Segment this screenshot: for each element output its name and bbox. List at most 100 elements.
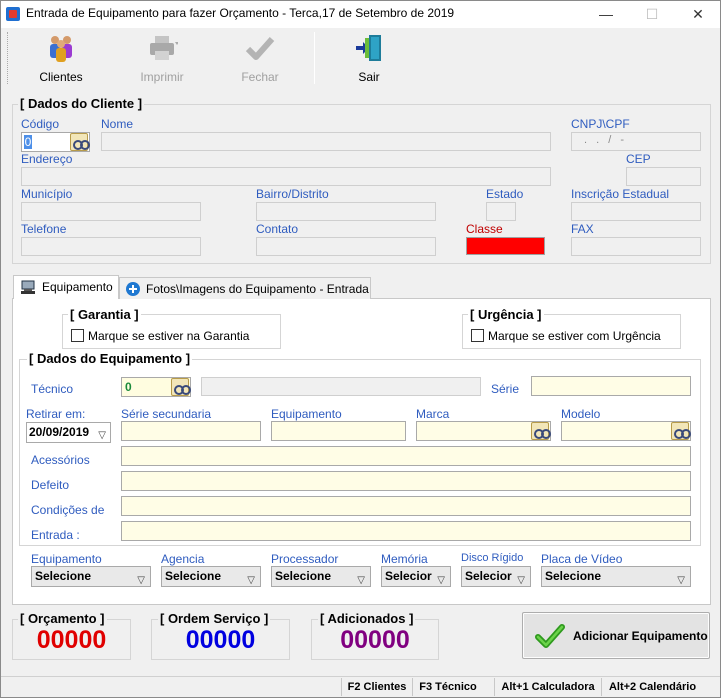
municipio-field[interactable] [21,202,201,221]
marca-label: Marca [416,407,450,421]
printer-icon [150,36,178,60]
urgencia-title: [ Urgência ] [468,307,544,322]
chevron-down-icon: ▽ [517,575,525,586]
adicionar-equipamento-label: Adicionar Equipamento [573,629,708,643]
equipment-icon [21,280,35,294]
bairro-label: Bairro/Distrito [256,187,329,201]
fechar-button: Fechar [212,30,308,88]
codigo-field[interactable]: 0 [21,132,90,152]
inscricao-field[interactable] [571,202,701,221]
nome-field[interactable] [101,132,551,151]
clients-icon [50,36,72,62]
select-equipamento[interactable]: Selecione ▽ [31,566,151,587]
classe-label: Classe [466,222,503,236]
contato-field[interactable] [256,237,436,256]
fax-field[interactable] [571,237,701,256]
garantia-title: [ Garantia ] [68,307,141,322]
codigo-lookup-icon[interactable] [70,133,90,151]
select-disco-value: Selecior [465,569,512,583]
defeito-field[interactable] [121,471,691,491]
adicionados-value: 00000 [340,626,410,654]
equipamento-group-title: [ Dados do Equipamento ] [27,351,193,366]
serie-label: Série [491,382,520,396]
bairro-field[interactable] [256,202,436,221]
marca-field[interactable] [416,421,551,441]
modelo-label: Modelo [561,407,601,421]
endereco-field[interactable] [21,167,551,186]
toolbar-grip [7,32,9,84]
cep-label: CEP [626,152,651,166]
acessorios-label: Acessórios [31,453,90,467]
estado-label: Estado [486,187,524,201]
minimize-button[interactable]: — [583,0,629,28]
clientes-button[interactable]: Clientes [13,30,109,88]
sair-button[interactable]: Sair [321,30,417,88]
green-check-icon [535,624,565,648]
app-icon [6,7,20,21]
select-disco[interactable]: Selecior ▽ [461,566,531,587]
serie-sec-field[interactable] [121,421,261,441]
telefone-label: Telefone [21,222,67,236]
serie-field[interactable] [531,376,691,396]
acessorios-field[interactable] [121,446,691,466]
condicoes-label: Condições de [31,503,105,517]
select-placa-label: Placa de Vídeo [541,552,623,566]
select-memoria-label: Memória [381,552,428,566]
cnpj-label: CNPJ\CPF [571,117,630,131]
status-f3-tecnico: F3 Técnico [412,678,483,696]
entrada-field[interactable] [121,521,691,541]
tab-equipamento[interactable]: Equipamento [13,275,119,299]
select-agencia-value: Selecione [165,569,222,583]
cnpj-field[interactable]: . . / - [571,132,701,151]
urgencia-checkbox[interactable] [471,329,484,342]
cnpj-mask: . . / - [584,134,627,146]
ordem-servico-value: 00000 [185,626,256,654]
fechar-label: Fechar [241,70,279,84]
imprimir-label: Imprimir [140,70,184,84]
classe-indicator [466,237,545,255]
modelo-lookup-icon[interactable] [671,422,691,440]
imprimir-button: Imprimir [114,30,210,88]
fax-label: FAX [571,222,594,236]
adicionados-label: [ Adicionados ] [318,611,416,626]
select-memoria[interactable]: Selecior ▽ [381,566,451,587]
plus-circle-icon [126,282,140,296]
codigo-value: 0 [24,135,32,149]
serie-sec-label: Série secundaria [121,407,212,421]
select-equipamento-value: Selecione [35,569,92,583]
modelo-field[interactable] [561,421,691,441]
telefone-field[interactable] [21,237,201,256]
select-processador[interactable]: Selecione ▽ [271,566,371,587]
tecnico-field[interactable]: 0 [121,377,191,397]
adicionar-equipamento-button[interactable]: Adicionar Equipamento [522,612,710,659]
cep-field[interactable] [626,167,701,186]
chevron-down-icon: ▽ [357,575,365,586]
garantia-checkbox[interactable] [71,329,84,342]
tab-fotos[interactable]: Fotos\Imagens do Equipamento - Entrada [119,277,371,299]
marca-lookup-icon[interactable] [531,422,551,440]
checkmark-icon [245,37,275,60]
chevron-down-icon: ▽ [677,575,685,586]
entrada-label: Entrada : [31,528,80,542]
endereco-label: Endereço [21,152,73,166]
tecnico-lookup-icon[interactable] [171,378,191,396]
close-button[interactable]: ✕ [675,0,721,28]
condicoes-field[interactable] [121,496,691,516]
retirar-date-picker[interactable]: 20/09/2019 ▽ [26,422,111,443]
select-equipamento-label: Equipamento [31,552,102,566]
nome-label: Nome [101,117,134,131]
tab-fotos-label: Fotos\Imagens do Equipamento - Entrada [146,282,369,296]
equipamento-label: Equipamento [271,407,342,421]
retirar-date-value: 20/09/2019 [29,425,90,439]
chevron-down-icon: ▽ [137,575,145,586]
sair-label: Sair [358,70,380,84]
chevron-down-icon: ▽ [437,575,445,586]
estado-field[interactable] [486,202,516,221]
orcamento-label: [ Orçamento ] [18,611,107,626]
toolbar-separator [314,32,315,84]
select-processador-label: Processador [271,552,339,566]
equipamento-field[interactable] [271,421,406,441]
chevron-down-icon: ▽ [247,575,255,586]
select-placa-video[interactable]: Selecione ▽ [541,566,691,587]
select-agencia[interactable]: Selecione ▽ [161,566,261,587]
